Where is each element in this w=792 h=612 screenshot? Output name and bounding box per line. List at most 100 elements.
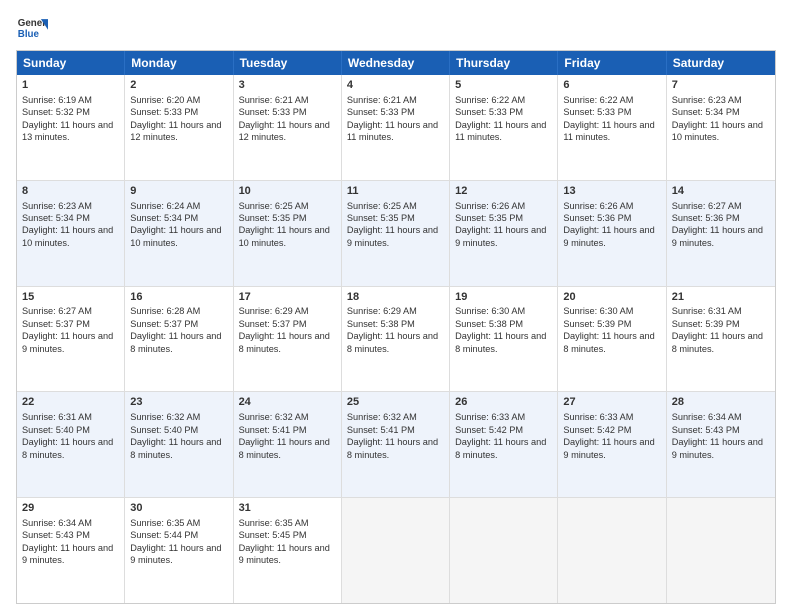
sunset: Sunset: 5:34 PM: [130, 213, 198, 223]
day-cell: 2Sunrise: 6:20 AMSunset: 5:33 PMDaylight…: [125, 75, 233, 180]
daylight: Daylight: 11 hours and 9 minutes.: [563, 437, 654, 459]
weekday-header: Wednesday: [342, 51, 450, 75]
day-cell: 25Sunrise: 6:32 AMSunset: 5:41 PMDayligh…: [342, 392, 450, 497]
calendar: SundayMondayTuesdayWednesdayThursdayFrid…: [16, 50, 776, 604]
sunset: Sunset: 5:38 PM: [455, 319, 523, 329]
empty-cell: [450, 498, 558, 603]
sunset: Sunset: 5:42 PM: [563, 425, 631, 435]
daylight: Daylight: 11 hours and 12 minutes.: [239, 120, 330, 142]
sunrise: Sunrise: 6:34 AM: [22, 518, 92, 528]
day-number: 28: [672, 395, 770, 410]
day-number: 20: [563, 290, 660, 305]
day-cell: 11Sunrise: 6:25 AMSunset: 5:35 PMDayligh…: [342, 181, 450, 286]
day-number: 27: [563, 395, 660, 410]
day-number: 13: [563, 184, 660, 199]
sunrise: Sunrise: 6:23 AM: [672, 95, 742, 105]
sunset: Sunset: 5:34 PM: [22, 213, 90, 223]
page-header: General Blue: [16, 12, 776, 44]
day-cell: 18Sunrise: 6:29 AMSunset: 5:38 PMDayligh…: [342, 287, 450, 392]
sunset: Sunset: 5:33 PM: [347, 107, 415, 117]
sunrise: Sunrise: 6:26 AM: [563, 201, 633, 211]
calendar-body: 1Sunrise: 6:19 AMSunset: 5:32 PMDaylight…: [17, 75, 775, 603]
day-number: 15: [22, 290, 119, 305]
sunrise: Sunrise: 6:33 AM: [563, 412, 633, 422]
day-cell: 28Sunrise: 6:34 AMSunset: 5:43 PMDayligh…: [667, 392, 775, 497]
day-number: 10: [239, 184, 336, 199]
daylight: Daylight: 11 hours and 9 minutes.: [672, 225, 763, 247]
sunrise: Sunrise: 6:20 AM: [130, 95, 200, 105]
weekday-header: Monday: [125, 51, 233, 75]
day-number: 16: [130, 290, 227, 305]
sunset: Sunset: 5:44 PM: [130, 530, 198, 540]
empty-cell: [558, 498, 666, 603]
day-cell: 31Sunrise: 6:35 AMSunset: 5:45 PMDayligh…: [234, 498, 342, 603]
logo: General Blue: [16, 12, 48, 44]
day-cell: 7Sunrise: 6:23 AMSunset: 5:34 PMDaylight…: [667, 75, 775, 180]
day-number: 6: [563, 78, 660, 93]
day-number: 4: [347, 78, 444, 93]
sunrise: Sunrise: 6:33 AM: [455, 412, 525, 422]
sunset: Sunset: 5:40 PM: [22, 425, 90, 435]
day-number: 31: [239, 501, 336, 516]
daylight: Daylight: 11 hours and 10 minutes.: [22, 225, 113, 247]
day-cell: 21Sunrise: 6:31 AMSunset: 5:39 PMDayligh…: [667, 287, 775, 392]
sunset: Sunset: 5:41 PM: [347, 425, 415, 435]
calendar-page: General Blue SundayMondayTuesdayWednesda…: [0, 0, 792, 612]
sunrise: Sunrise: 6:26 AM: [455, 201, 525, 211]
daylight: Daylight: 11 hours and 8 minutes.: [347, 437, 438, 459]
daylight: Daylight: 11 hours and 13 minutes.: [22, 120, 113, 142]
daylight: Daylight: 11 hours and 8 minutes.: [563, 331, 654, 353]
daylight: Daylight: 11 hours and 9 minutes.: [347, 225, 438, 247]
daylight: Daylight: 11 hours and 8 minutes.: [455, 437, 546, 459]
daylight: Daylight: 11 hours and 8 minutes.: [239, 331, 330, 353]
day-number: 24: [239, 395, 336, 410]
day-number: 17: [239, 290, 336, 305]
day-number: 12: [455, 184, 552, 199]
sunrise: Sunrise: 6:30 AM: [563, 306, 633, 316]
day-cell: 3 Sunrise: 6:21 AM Sunset: 5:33 PM Daylight…: [234, 75, 342, 180]
sunrise: Sunrise: 6:19 AM: [22, 95, 92, 105]
daylight: Daylight: 11 hours and 9 minutes.: [672, 437, 763, 459]
day-cell: 6Sunrise: 6:22 AMSunset: 5:33 PMDaylight…: [558, 75, 666, 180]
day-cell: 24Sunrise: 6:32 AMSunset: 5:41 PMDayligh…: [234, 392, 342, 497]
calendar-row: 1Sunrise: 6:19 AMSunset: 5:32 PMDaylight…: [17, 75, 775, 181]
sunset: Sunset: 5:41 PM: [239, 425, 307, 435]
sunrise: Sunrise: 6:21 AM: [347, 95, 417, 105]
sunrise: Sunrise: 6:32 AM: [347, 412, 417, 422]
sunset: Sunset: 5:35 PM: [239, 213, 307, 223]
day-cell: 8Sunrise: 6:23 AMSunset: 5:34 PMDaylight…: [17, 181, 125, 286]
daylight: Daylight: 11 hours and 8 minutes.: [130, 331, 221, 353]
daylight: Daylight: 11 hours and 8 minutes.: [672, 331, 763, 353]
daylight: Daylight: 11 hours and 8 minutes.: [239, 437, 330, 459]
weekday-header: Sunday: [17, 51, 125, 75]
sunrise: Sunrise: 6:21 AM: [239, 95, 309, 105]
daylight: Daylight: 11 hours and 9 minutes.: [239, 543, 330, 565]
day-number: 8: [22, 184, 119, 199]
day-cell: 30Sunrise: 6:35 AMSunset: 5:44 PMDayligh…: [125, 498, 233, 603]
day-number: 23: [130, 395, 227, 410]
daylight: Daylight: 11 hours and 8 minutes.: [347, 331, 438, 353]
sunset: Sunset: 5:45 PM: [239, 530, 307, 540]
sunrise: Sunrise: 6:31 AM: [672, 306, 742, 316]
day-number: 19: [455, 290, 552, 305]
sunrise: Sunrise: 6:24 AM: [130, 201, 200, 211]
day-cell: 9Sunrise: 6:24 AMSunset: 5:34 PMDaylight…: [125, 181, 233, 286]
sunset: Sunset: 5:37 PM: [22, 319, 90, 329]
sunset: Sunset: 5:33 PM: [455, 107, 523, 117]
daylight: Daylight: 11 hours and 9 minutes.: [130, 543, 221, 565]
daylight: Daylight: 11 hours and 10 minutes.: [130, 225, 221, 247]
sunset: Sunset: 5:36 PM: [563, 213, 631, 223]
sunset: Sunset: 5:33 PM: [239, 107, 307, 117]
sunset: Sunset: 5:36 PM: [672, 213, 740, 223]
sunrise: Sunrise: 6:31 AM: [22, 412, 92, 422]
daylight: Daylight: 11 hours and 9 minutes.: [22, 543, 113, 565]
day-number: 26: [455, 395, 552, 410]
sunset: Sunset: 5:40 PM: [130, 425, 198, 435]
day-number: 3: [239, 78, 336, 93]
day-cell: 1Sunrise: 6:19 AMSunset: 5:32 PMDaylight…: [17, 75, 125, 180]
daylight: Daylight: 11 hours and 11 minutes.: [455, 120, 546, 142]
sunset: Sunset: 5:35 PM: [347, 213, 415, 223]
day-number: 2: [130, 78, 227, 93]
sunset: Sunset: 5:35 PM: [455, 213, 523, 223]
daylight: Daylight: 11 hours and 8 minutes.: [130, 437, 221, 459]
